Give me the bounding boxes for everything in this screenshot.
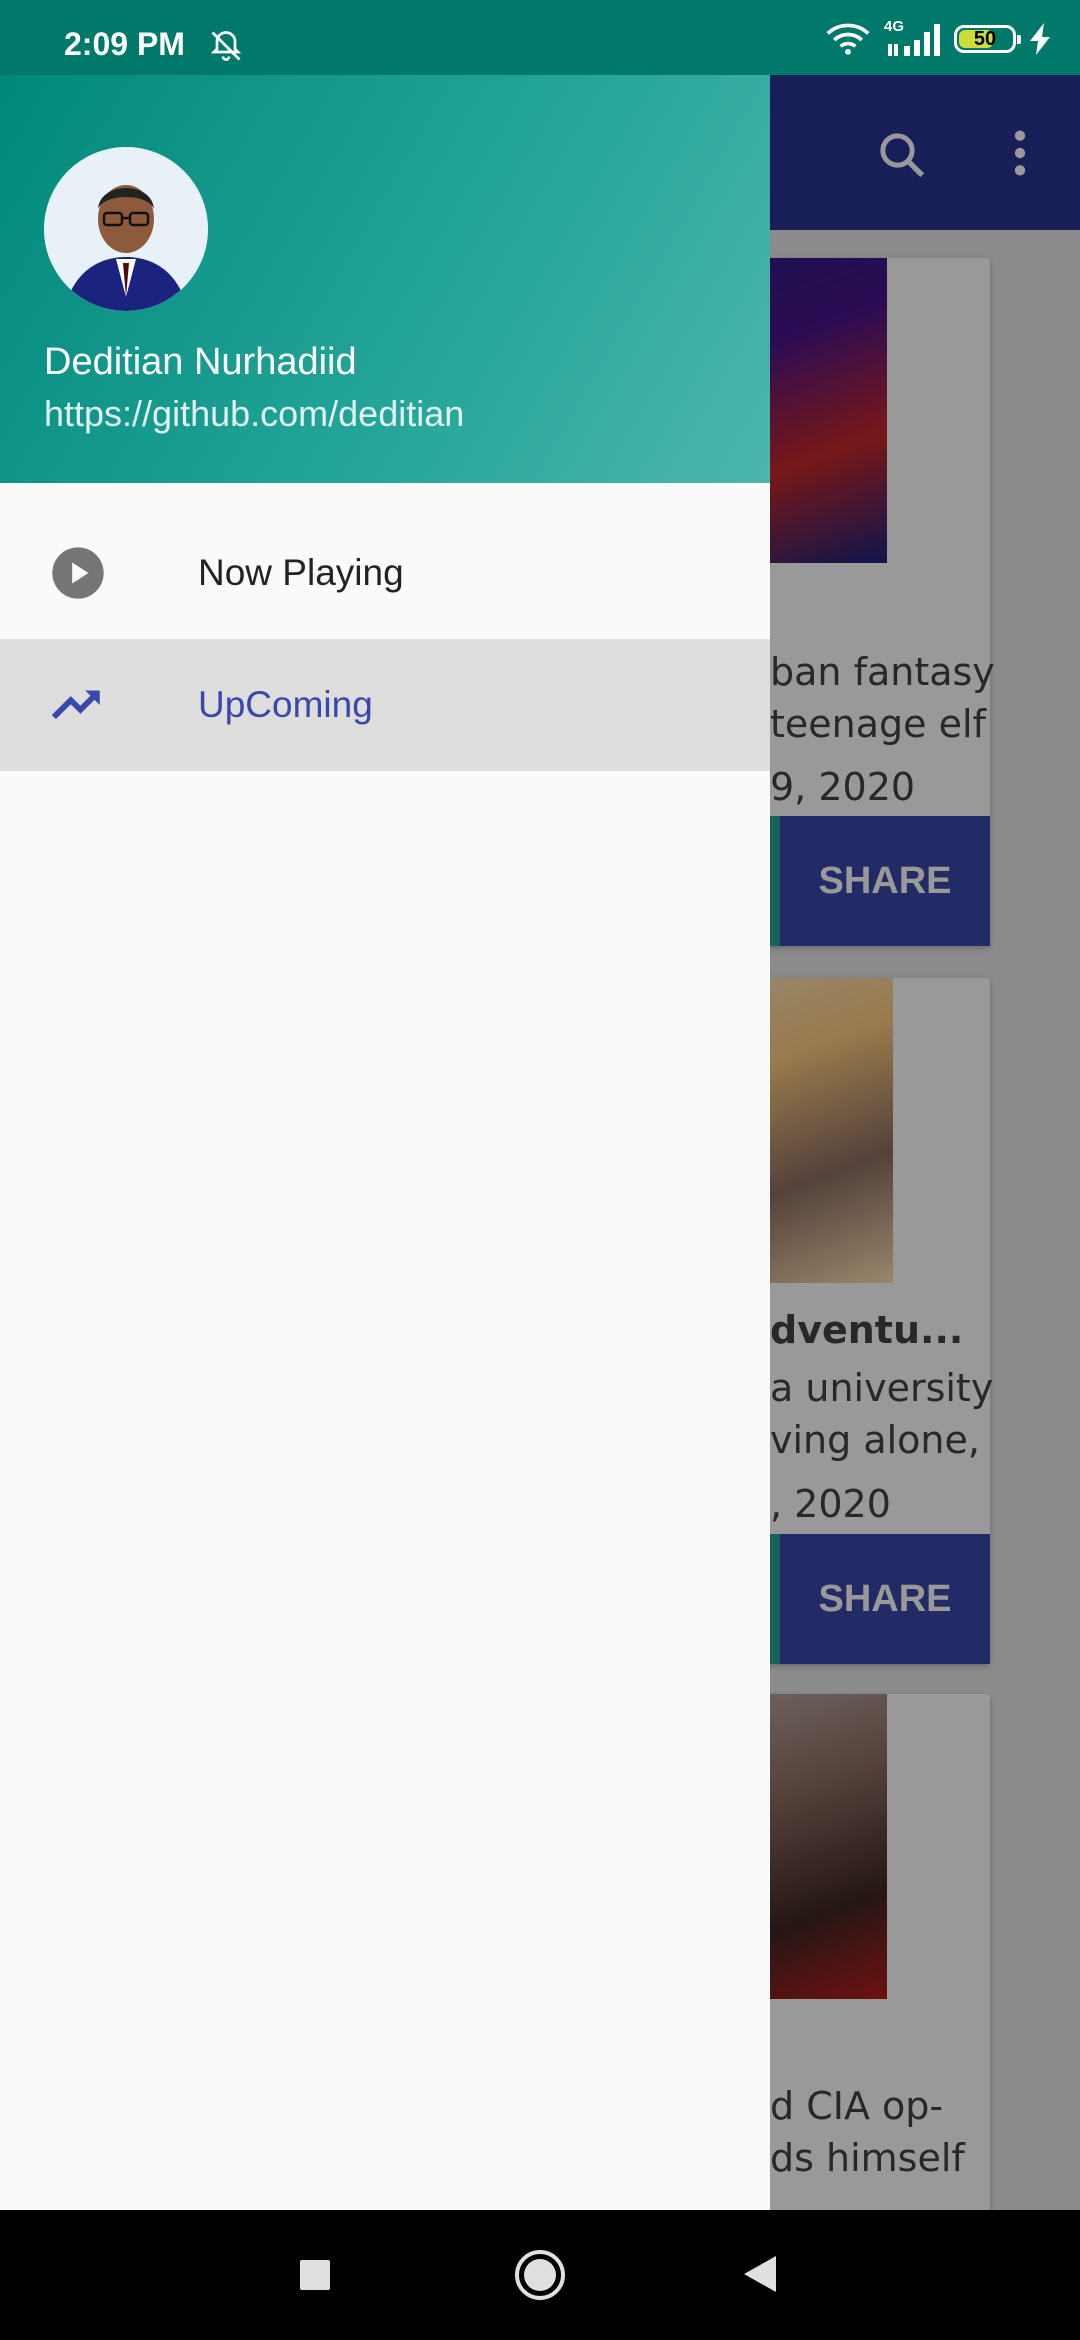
drawer-item-label: UpComing bbox=[198, 684, 373, 725]
drawer-item-now-playing[interactable]: Now Playing bbox=[0, 507, 770, 639]
play-circle-icon bbox=[48, 543, 108, 603]
home-button[interactable] bbox=[513, 2248, 567, 2302]
bell-off-icon bbox=[210, 31, 242, 61]
status-time: 2:09 PM bbox=[64, 26, 185, 62]
profile-photo-icon bbox=[44, 147, 208, 311]
signal-icon bbox=[888, 24, 940, 56]
user-link[interactable]: https://github.com/deditian bbox=[44, 393, 464, 435]
avatar bbox=[44, 147, 208, 311]
back-button[interactable] bbox=[742, 2254, 778, 2294]
status-bar: 2:09 PM 4G 50 bbox=[0, 0, 1080, 75]
charging-icon bbox=[1030, 23, 1050, 55]
navigation-drawer: Deditian Nurhadiid https://github.com/de… bbox=[0, 0, 770, 2210]
signal-indicator: 4G bbox=[884, 18, 940, 56]
battery-level: 50 bbox=[973, 27, 997, 50]
drawer-header: Deditian Nurhadiid https://github.com/de… bbox=[0, 75, 770, 483]
drawer-item-upcoming[interactable]: UpComing bbox=[0, 639, 770, 771]
recents-button[interactable] bbox=[298, 2258, 332, 2292]
system-navigation-bar bbox=[0, 2210, 1080, 2340]
battery-indicator: 50 bbox=[954, 25, 1021, 53]
trending-up-icon bbox=[48, 675, 108, 735]
user-name: Deditian Nurhadiid bbox=[44, 341, 357, 383]
drawer-item-label: Now Playing bbox=[198, 552, 404, 593]
wifi-icon bbox=[826, 23, 870, 55]
